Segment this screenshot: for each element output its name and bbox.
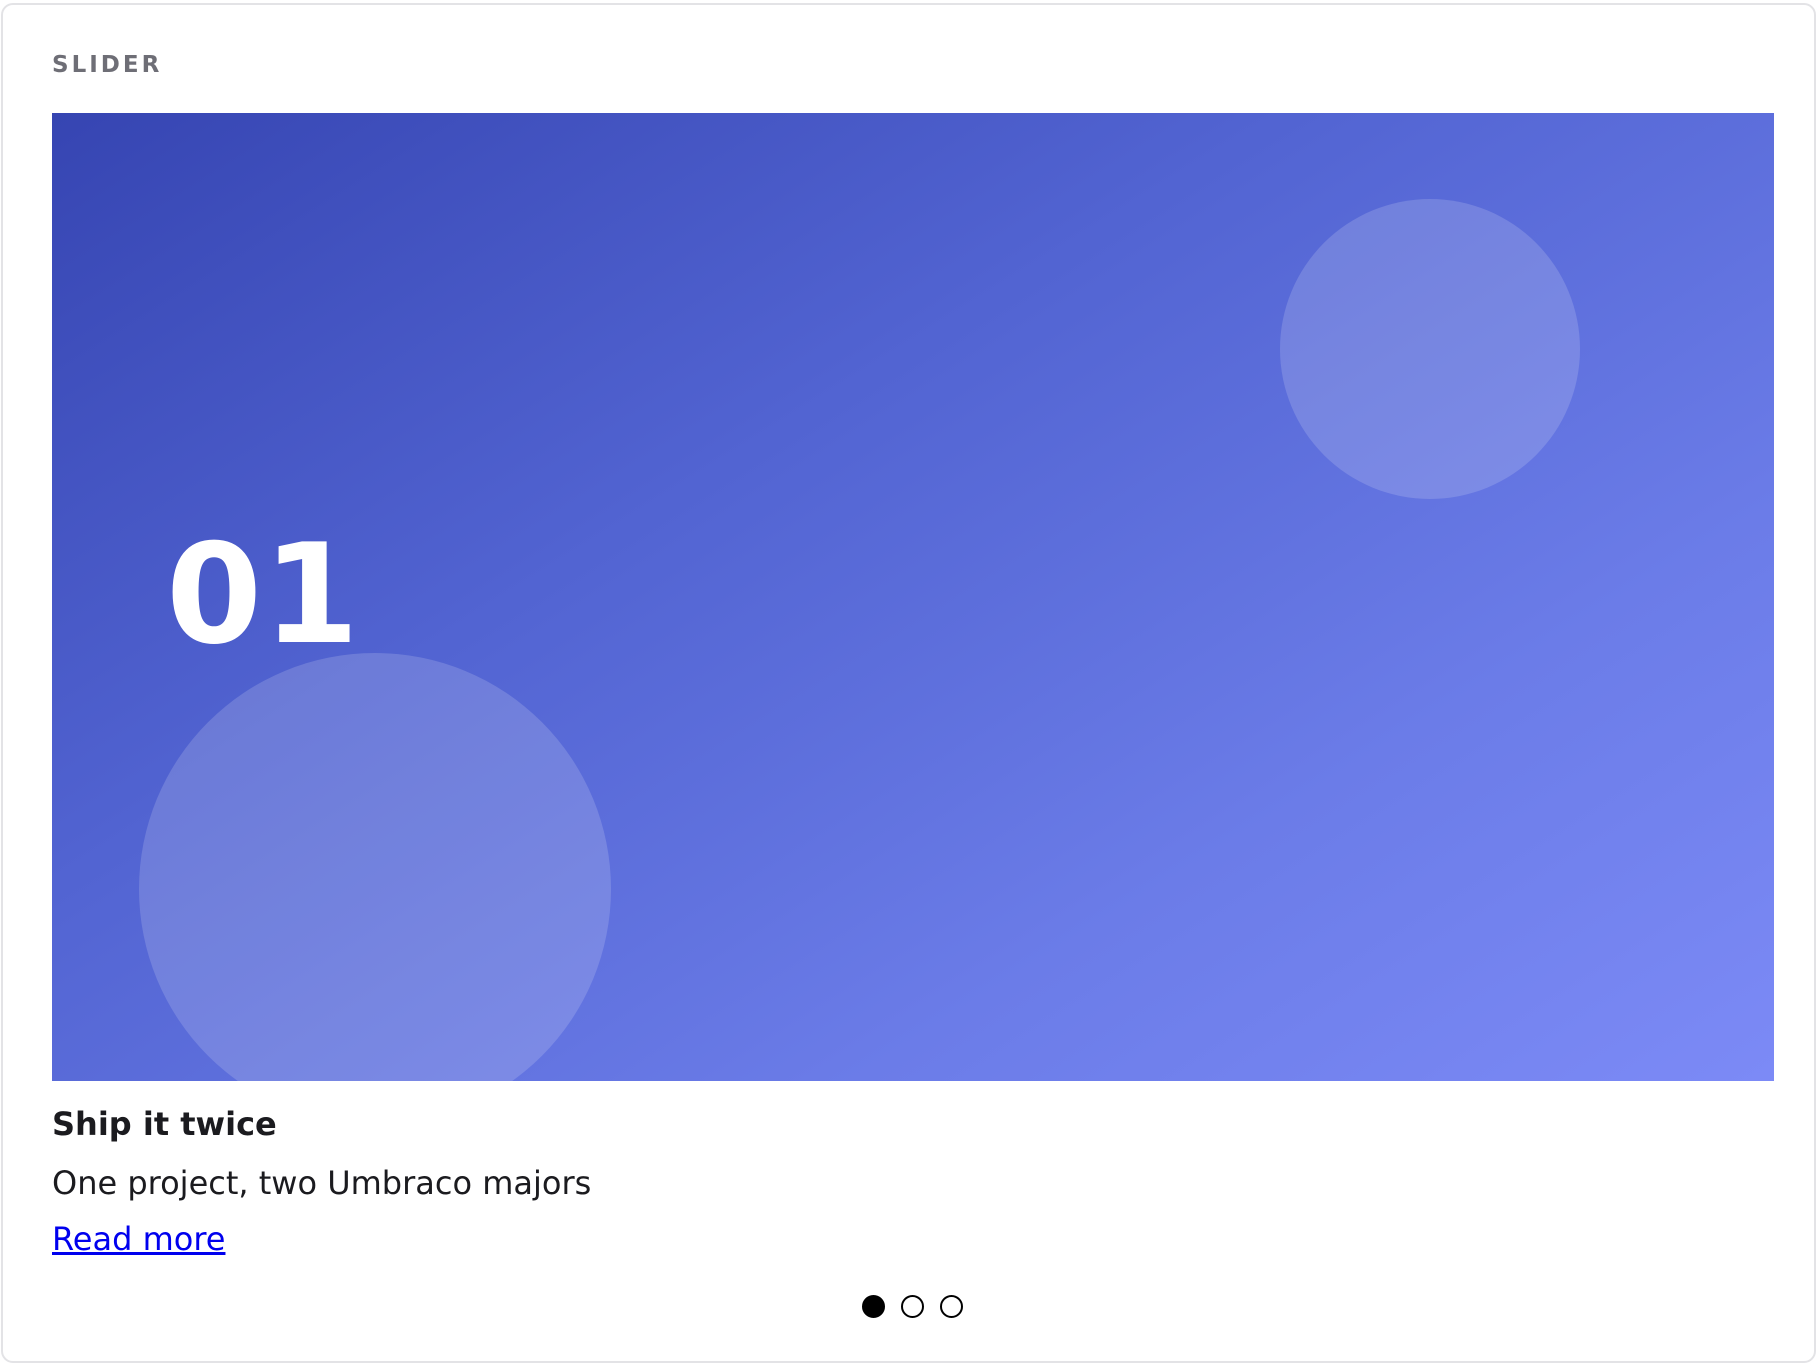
section-label: SLIDER (52, 52, 163, 78)
slide-dot-2[interactable] (901, 1295, 924, 1318)
decorative-circle (1280, 199, 1580, 499)
slide-dot-1[interactable] (862, 1295, 885, 1318)
decorative-circle (139, 653, 611, 1081)
slide-title: Ship it twice (52, 1105, 277, 1143)
read-more-link[interactable]: Read more (52, 1221, 225, 1258)
slider-pagination (862, 1295, 963, 1318)
slide-subtitle: One project, two Umbraco majors (52, 1164, 592, 1202)
slide-dot-3[interactable] (940, 1295, 963, 1318)
slider-card: SLIDER 01 Ship it twice One project, two… (1, 3, 1816, 1363)
slide-number: 01 (166, 514, 361, 675)
slide-image: 01 (52, 113, 1774, 1081)
